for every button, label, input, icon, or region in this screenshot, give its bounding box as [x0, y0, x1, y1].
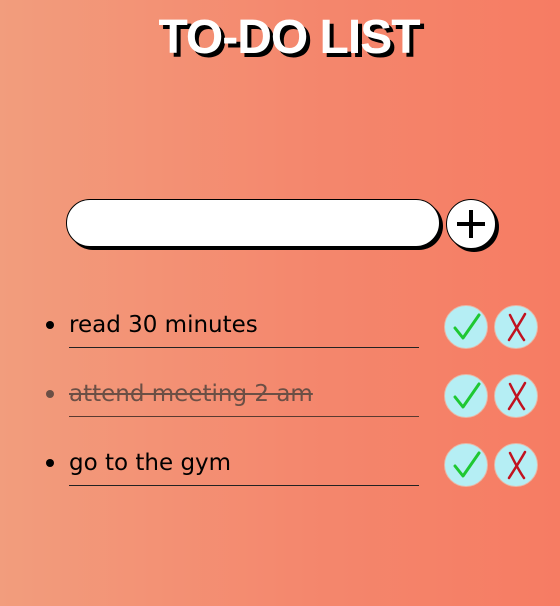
todo-text: read 30 minutes [69, 309, 419, 348]
complete-button[interactable] [444, 305, 488, 349]
todo-list: read 30 minutes attend meeting 2 am go t… [44, 305, 544, 512]
checkmark-icon [453, 451, 481, 478]
delete-button[interactable] [494, 443, 538, 487]
x-icon [507, 312, 527, 342]
todo-item: read 30 minutes [44, 305, 544, 374]
delete-button[interactable] [494, 374, 538, 418]
todo-text: attend meeting 2 am [69, 378, 419, 417]
complete-button[interactable] [444, 443, 488, 487]
bullet [46, 459, 54, 467]
plus-icon [457, 210, 485, 238]
bullet [46, 321, 54, 329]
complete-button[interactable] [444, 374, 488, 418]
add-task-button[interactable] [446, 199, 496, 249]
add-task-form [66, 199, 506, 251]
todo-item: attend meeting 2 am [44, 374, 544, 443]
delete-button[interactable] [494, 305, 538, 349]
todo-text: go to the gym [69, 447, 419, 486]
task-input[interactable] [66, 199, 440, 247]
x-icon [507, 450, 527, 480]
checkmark-icon [453, 382, 481, 409]
x-icon [507, 381, 527, 411]
checkmark-icon [453, 313, 481, 340]
todo-item: go to the gym [44, 443, 544, 512]
bullet [46, 390, 54, 398]
page-title: TO-DO LIST [158, 11, 420, 64]
